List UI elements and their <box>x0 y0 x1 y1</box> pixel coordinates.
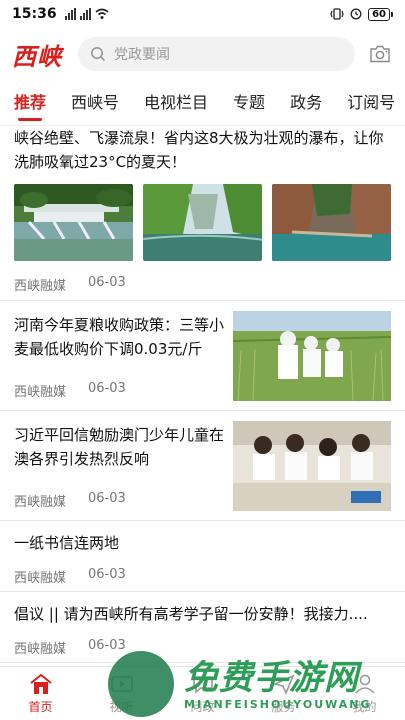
camera-icon <box>370 45 390 63</box>
news-image-row <box>14 184 391 261</box>
news-meta: 西峡融媒 06-03 <box>14 638 391 657</box>
bottom-navigation: 首页 视听 问政 服务 我的 <box>0 666 405 720</box>
news-source: 西峡融媒 <box>14 642 67 657</box>
news-date: 06-03 <box>88 491 126 506</box>
news-source: 西峡融媒 <box>14 385 67 400</box>
news-source: 西峡融媒 <box>14 571 67 586</box>
tab-tv-programs[interactable]: 电视栏目 <box>144 80 208 125</box>
video-icon <box>110 675 133 692</box>
channel-tabs: 推荐 西峡号 电视栏目 专题 政务 订阅号 <box>0 80 405 126</box>
status-time: 15:36 <box>12 6 57 22</box>
news-date: 06-03 <box>88 381 126 396</box>
waterfall-image-3 <box>272 184 391 261</box>
network-indicators <box>64 8 109 20</box>
search-bar[interactable]: 党政要闻 <box>78 37 355 71</box>
news-title: 一纸书信连两地 <box>14 534 120 552</box>
tab-special-topics[interactable]: 专题 <box>233 80 265 125</box>
nav-profile-label: 我的 <box>352 699 377 714</box>
news-title: 倡议 || 请为西峡所有高考学子留一份安静！我接力.... <box>14 605 368 623</box>
news-meta: 西峡融媒 06-03 <box>14 567 391 586</box>
nav-home[interactable]: 首页 <box>0 667 81 720</box>
user-icon <box>354 674 375 694</box>
app-logo[interactable]: 西峡 <box>12 37 78 72</box>
vibrate-icon <box>330 8 344 20</box>
news-source: 西峡融媒 <box>14 279 67 294</box>
wheat-field-image <box>233 311 391 401</box>
home-icon <box>29 673 52 694</box>
wifi-icon <box>95 8 109 19</box>
nav-inquiry[interactable]: 问政 <box>162 667 243 720</box>
signal-icon <box>64 8 76 20</box>
search-placeholder: 党政要闻 <box>114 47 170 63</box>
camera-button[interactable] <box>367 42 393 66</box>
service-icon <box>272 673 295 695</box>
nav-video-label: 视听 <box>109 699 134 714</box>
battery-icon: 60 <box>368 7 393 21</box>
news-meta: 西峡融媒 06-03 <box>14 491 233 510</box>
news-date: 06-03 <box>88 275 126 290</box>
news-meta: 西峡融媒 06-03 <box>14 275 391 294</box>
tab-xixia-hao[interactable]: 西峡号 <box>71 80 119 125</box>
search-icon <box>91 47 106 62</box>
children-classroom-image <box>233 421 391 511</box>
chat-icon <box>192 675 213 694</box>
news-title: 河南今年夏粮收购政策：三等小麦最低收购价下调0.03元/斤 <box>14 316 225 358</box>
app-header: 西峡 党政要闻 <box>0 28 405 80</box>
system-indicators: 60 <box>330 7 393 21</box>
news-title: 峡谷绝壁、飞瀑流泉！省内这8大极为壮观的瀑布，让你洗肺吸氧过23°C的夏天！ <box>14 129 384 171</box>
news-item-grain-policy[interactable]: 河南今年夏粮收购政策：三等小麦最低收购价下调0.03元/斤 西峡融媒 06-03 <box>0 301 405 411</box>
nav-service[interactable]: 服务 <box>243 667 324 720</box>
tab-government[interactable]: 政务 <box>290 80 322 125</box>
news-item-letter[interactable]: 一纸书信连两地 西峡融媒 06-03 <box>0 521 405 592</box>
news-date: 06-03 <box>88 638 126 653</box>
nav-inquiry-label: 问政 <box>190 699 215 714</box>
news-meta: 西峡融媒 06-03 <box>14 381 233 400</box>
news-feed[interactable]: 峡谷绝壁、飞瀑流泉！省内这8大极为壮观的瀑布，让你洗肺吸氧过23°C的夏天！ 西… <box>0 126 405 666</box>
nav-home-label: 首页 <box>28 699 53 714</box>
nav-service-label: 服务 <box>271 699 296 714</box>
news-date: 06-03 <box>88 567 126 582</box>
waterfall-image-1 <box>14 184 133 261</box>
nav-video[interactable]: 视听 <box>81 667 162 720</box>
status-bar: 15:36 60 <box>0 0 405 28</box>
waterfall-image-2 <box>143 184 262 261</box>
battery-level: 60 <box>368 7 390 21</box>
nav-profile[interactable]: 我的 <box>324 667 405 720</box>
tab-subscriptions[interactable]: 订阅号 <box>347 80 395 125</box>
news-source: 西峡融媒 <box>14 495 67 510</box>
news-item-exam-quiet[interactable]: 倡议 || 请为西峡所有高考学子留一份安静！我接力.... 西峡融媒 06-03 <box>0 592 405 663</box>
news-title: 习近平回信勉励澳门少年儿童在澳各界引发热烈反响 <box>14 426 225 468</box>
news-item-waterfalls[interactable]: 峡谷绝壁、飞瀑流泉！省内这8大极为壮观的瀑布，让你洗肺吸氧过23°C的夏天！ 西… <box>0 126 405 301</box>
signal-icon-2 <box>79 8 91 20</box>
news-item-macau-letter[interactable]: 习近平回信勉励澳门少年儿童在澳各界引发热烈反响 西峡融媒 06-03 <box>0 411 405 521</box>
alarm-icon <box>350 8 362 20</box>
tab-recommend[interactable]: 推荐 <box>14 80 46 125</box>
